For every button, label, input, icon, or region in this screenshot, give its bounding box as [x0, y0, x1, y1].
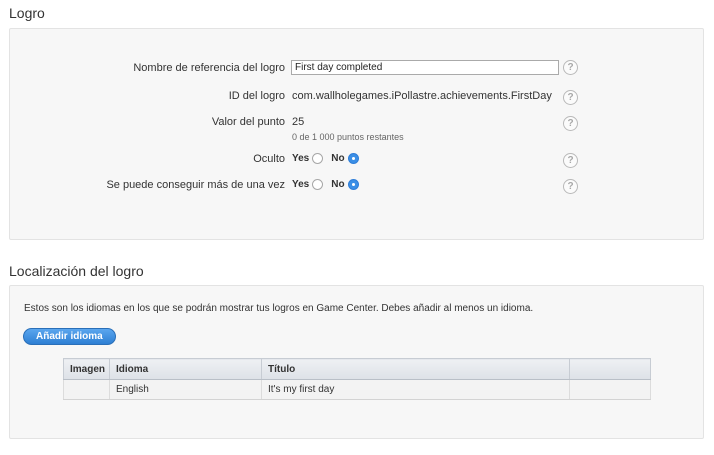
add-language-button[interactable]: Añadir idioma: [23, 328, 116, 345]
points-label: Valor del punto: [211, 116, 285, 128]
reference-name-input[interactable]: [291, 60, 559, 75]
cell-language: English: [109, 379, 262, 400]
help-icon[interactable]: ?: [563, 179, 578, 194]
achievement-id-value: com.wallholegames.iPollastre.achievement…: [292, 90, 552, 102]
points-number: 25: [292, 116, 305, 128]
points-value: 25 0 de 1 000 puntos restantes: [292, 116, 404, 144]
localization-intro: Estos son los idiomas en los que se podr…: [24, 303, 534, 314]
column-header-title[interactable]: Título: [261, 358, 570, 380]
cell-extra: [569, 379, 651, 400]
localization-section-title: Localización del logro: [9, 263, 144, 279]
repeatable-no-radio[interactable]: [347, 179, 359, 190]
hidden-yes-label: Yes: [292, 153, 310, 164]
hidden-yes-radio[interactable]: [312, 153, 324, 164]
repeatable-radio-group: Yes No: [292, 179, 367, 190]
language-table: Imagen Idioma Título English It's my fir…: [63, 358, 651, 400]
repeatable-label: Se puede conseguir más de una vez: [106, 179, 285, 191]
help-icon[interactable]: ?: [563, 153, 578, 168]
column-header-language[interactable]: Idioma: [109, 358, 262, 380]
repeatable-no-label: No: [331, 179, 345, 190]
points-remaining: 0 de 1 000 puntos restantes: [292, 132, 404, 142]
help-icon[interactable]: ?: [563, 60, 578, 75]
repeatable-yes-radio[interactable]: [312, 179, 324, 190]
table-header-row: Imagen Idioma Título: [63, 358, 651, 380]
achievement-section-title: Logro: [9, 5, 45, 21]
column-header-extra: [569, 358, 651, 380]
hidden-label: Oculto: [253, 153, 285, 165]
hidden-no-label: No: [331, 153, 345, 164]
achievement-id-label: ID del logro: [228, 90, 285, 102]
cell-image: [63, 379, 110, 400]
hidden-no-radio[interactable]: [347, 153, 359, 164]
hidden-radio-group: Yes No: [292, 153, 367, 164]
help-icon[interactable]: ?: [563, 116, 578, 131]
reference-name-label: Nombre de referencia del logro: [133, 62, 285, 74]
achievement-panel: Nombre de referencia del logro ? ID del …: [9, 28, 704, 240]
cell-title: It's my first day: [261, 379, 570, 400]
localization-panel: Estos son los idiomas en los que se podr…: [9, 285, 704, 439]
column-header-image[interactable]: Imagen: [63, 358, 110, 380]
help-icon[interactable]: ?: [563, 90, 578, 105]
table-row[interactable]: English It's my first day: [63, 379, 651, 400]
repeatable-yes-label: Yes: [292, 179, 310, 190]
